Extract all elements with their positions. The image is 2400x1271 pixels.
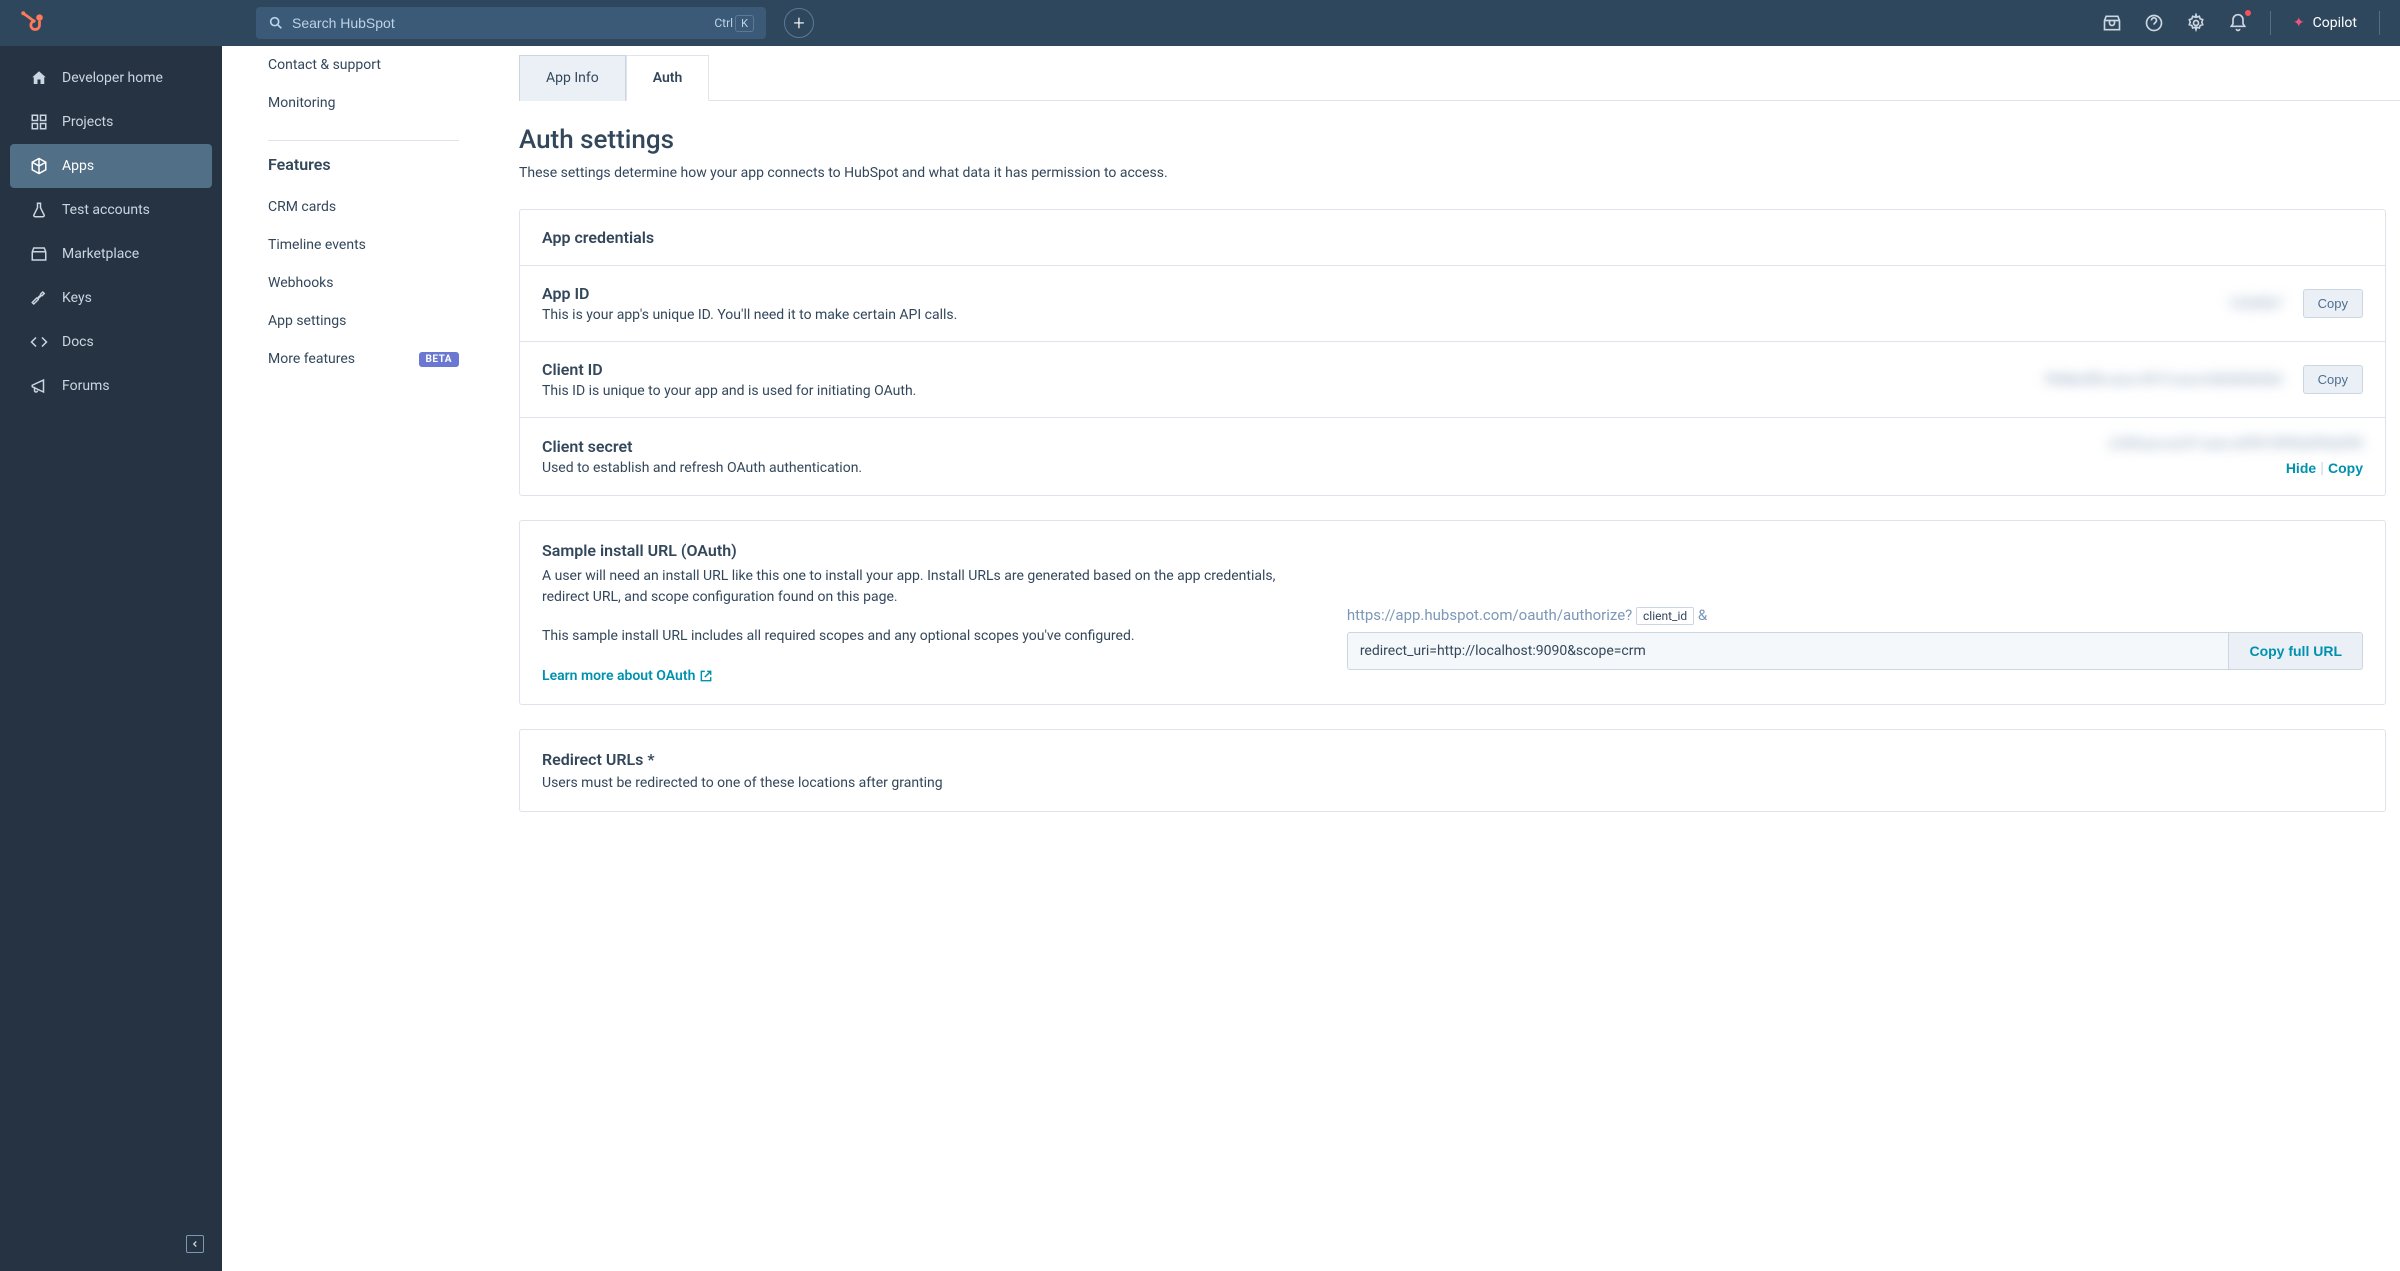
app-id-desc: This is your app's unique ID. You'll nee… (542, 307, 2228, 323)
inner-item-webhooks[interactable]: Webhooks (268, 264, 459, 302)
inner-item-app-settings[interactable]: App settings (268, 302, 459, 340)
sidebar-item-label: Keys (62, 290, 92, 306)
redirect-title: Redirect URLs * (542, 750, 2363, 769)
install-desc-2: This sample install URL includes all req… (542, 626, 1307, 647)
search-icon (268, 15, 284, 31)
copy-client-id-button[interactable]: Copy (2303, 365, 2363, 394)
copy-full-url-button[interactable]: Copy full URL (2229, 632, 2363, 670)
sidebar-item-projects[interactable]: Projects (10, 100, 212, 144)
help-icon[interactable] (2144, 13, 2164, 33)
inner-item-contact[interactable]: Contact & support (268, 46, 459, 84)
settings-nav: Contact & support Monitoring Features CR… (222, 46, 505, 1271)
client-id-value: 99dba4fb-xxxx-491f-xxxx-b3b3b3b3b3 (2045, 372, 2283, 388)
create-button[interactable]: + (784, 8, 814, 38)
sidebar-item-label: Marketplace (62, 246, 139, 262)
install-title: Sample install URL (OAuth) (542, 541, 2363, 560)
megaphone-icon (30, 377, 48, 395)
main-content: App Info Auth Auth settings These settin… (505, 46, 2400, 1271)
client-secret-title: Client secret (542, 437, 2108, 456)
copy-app-id-button[interactable]: Copy (2303, 289, 2363, 318)
copy-secret-button[interactable]: Copy (2328, 460, 2363, 476)
sidebar-item-label: Apps (62, 158, 94, 174)
sidebar-item-label: Test accounts (62, 202, 150, 218)
sidebar-item-keys[interactable]: Keys (10, 276, 212, 320)
divider (2270, 11, 2271, 35)
credentials-header: App credentials (520, 210, 2385, 266)
client-secret-row: Client secret Used to establish and refr… (520, 418, 2385, 495)
sparkle-icon: ✦ (2293, 15, 2305, 31)
sidebar: Developer home Projects Apps Test accoun… (0, 46, 222, 1271)
grid-icon (30, 113, 48, 131)
search-bar[interactable]: Ctrl K (256, 7, 766, 39)
gear-icon[interactable] (2186, 13, 2206, 33)
features-section-title: Features (268, 140, 459, 188)
sidebar-item-label: Docs (62, 334, 94, 350)
tab-app-info[interactable]: App Info (519, 55, 626, 101)
tabs: App Info Auth (519, 54, 2400, 101)
learn-more-link[interactable]: Learn more about OAuth (542, 668, 713, 684)
sidebar-item-forums[interactable]: Forums (10, 364, 212, 408)
redirect-desc: Users must be redirected to one of these… (542, 775, 2363, 791)
notification-badge (2243, 8, 2253, 18)
box-icon (30, 157, 48, 175)
client-id-title: Client ID (542, 360, 2045, 379)
more-features-label: More features (268, 351, 355, 367)
copilot-button[interactable]: ✦ Copilot (2293, 15, 2357, 31)
sidebar-item-test-accounts[interactable]: Test accounts (10, 188, 212, 232)
tab-auth[interactable]: Auth (626, 55, 710, 101)
search-shortcut: Ctrl K (714, 15, 754, 32)
home-icon (30, 69, 48, 87)
install-desc-1: A user will need an install URL like thi… (542, 566, 1307, 608)
inner-item-crm-cards[interactable]: CRM cards (268, 188, 459, 226)
client-id-row: Client ID This ID is unique to your app … (520, 342, 2385, 418)
client-secret-value: c24fxxxx-ac57-xxxx-a999-9999a999a999 (2108, 436, 2363, 452)
store-icon (30, 245, 48, 263)
sidebar-item-label: Forums (62, 378, 110, 394)
sidebar-item-docs[interactable]: Docs (10, 320, 212, 364)
inner-item-more-features[interactable]: More features BETA (268, 340, 459, 378)
marketplace-icon[interactable] (2102, 13, 2122, 33)
sidebar-item-developer-home[interactable]: Developer home (10, 56, 212, 100)
beta-badge: BETA (419, 352, 460, 367)
sidebar-item-label: Developer home (62, 70, 163, 86)
search-input[interactable] (292, 15, 714, 31)
hubspot-logo[interactable] (20, 10, 46, 36)
install-url-input[interactable]: redirect_uri=http://localhost:9090&scope… (1347, 632, 2230, 670)
app-id-row: App ID This is your app's unique ID. You… (520, 266, 2385, 342)
wrench-icon (30, 289, 48, 307)
client-id-chip: client_id (1636, 607, 1694, 625)
app-id-title: App ID (542, 284, 2228, 303)
hide-secret-button[interactable]: Hide (2286, 460, 2316, 476)
chevron-left-icon (190, 1239, 200, 1249)
install-url-panel: Sample install URL (OAuth) A user will n… (519, 520, 2386, 705)
external-link-icon (699, 669, 713, 683)
sidebar-item-marketplace[interactable]: Marketplace (10, 232, 212, 276)
url-preview: https://app.hubspot.com/oauth/authorize?… (1347, 606, 2363, 624)
topbar: Ctrl K + ✦ Copilot (0, 0, 2400, 46)
page-subtitle: These settings determine how your app co… (519, 165, 2386, 181)
flask-icon (30, 201, 48, 219)
collapse-sidebar-button[interactable] (186, 1235, 204, 1253)
notifications-icon[interactable] (2228, 13, 2248, 33)
divider (2379, 11, 2380, 35)
code-icon (30, 333, 48, 351)
redirect-panel: Redirect URLs * Users must be redirected… (519, 729, 2386, 812)
page-title: Auth settings (519, 125, 2386, 155)
inner-item-monitoring[interactable]: Monitoring (268, 84, 459, 122)
sidebar-item-apps[interactable]: Apps (10, 144, 212, 188)
app-id-value: 1234567 (2228, 296, 2283, 312)
credentials-panel: App credentials App ID This is your app'… (519, 209, 2386, 496)
client-id-desc: This ID is unique to your app and is use… (542, 383, 2045, 399)
client-secret-desc: Used to establish and refresh OAuth auth… (542, 460, 2108, 476)
inner-item-timeline[interactable]: Timeline events (268, 226, 459, 264)
sidebar-item-label: Projects (62, 114, 113, 130)
